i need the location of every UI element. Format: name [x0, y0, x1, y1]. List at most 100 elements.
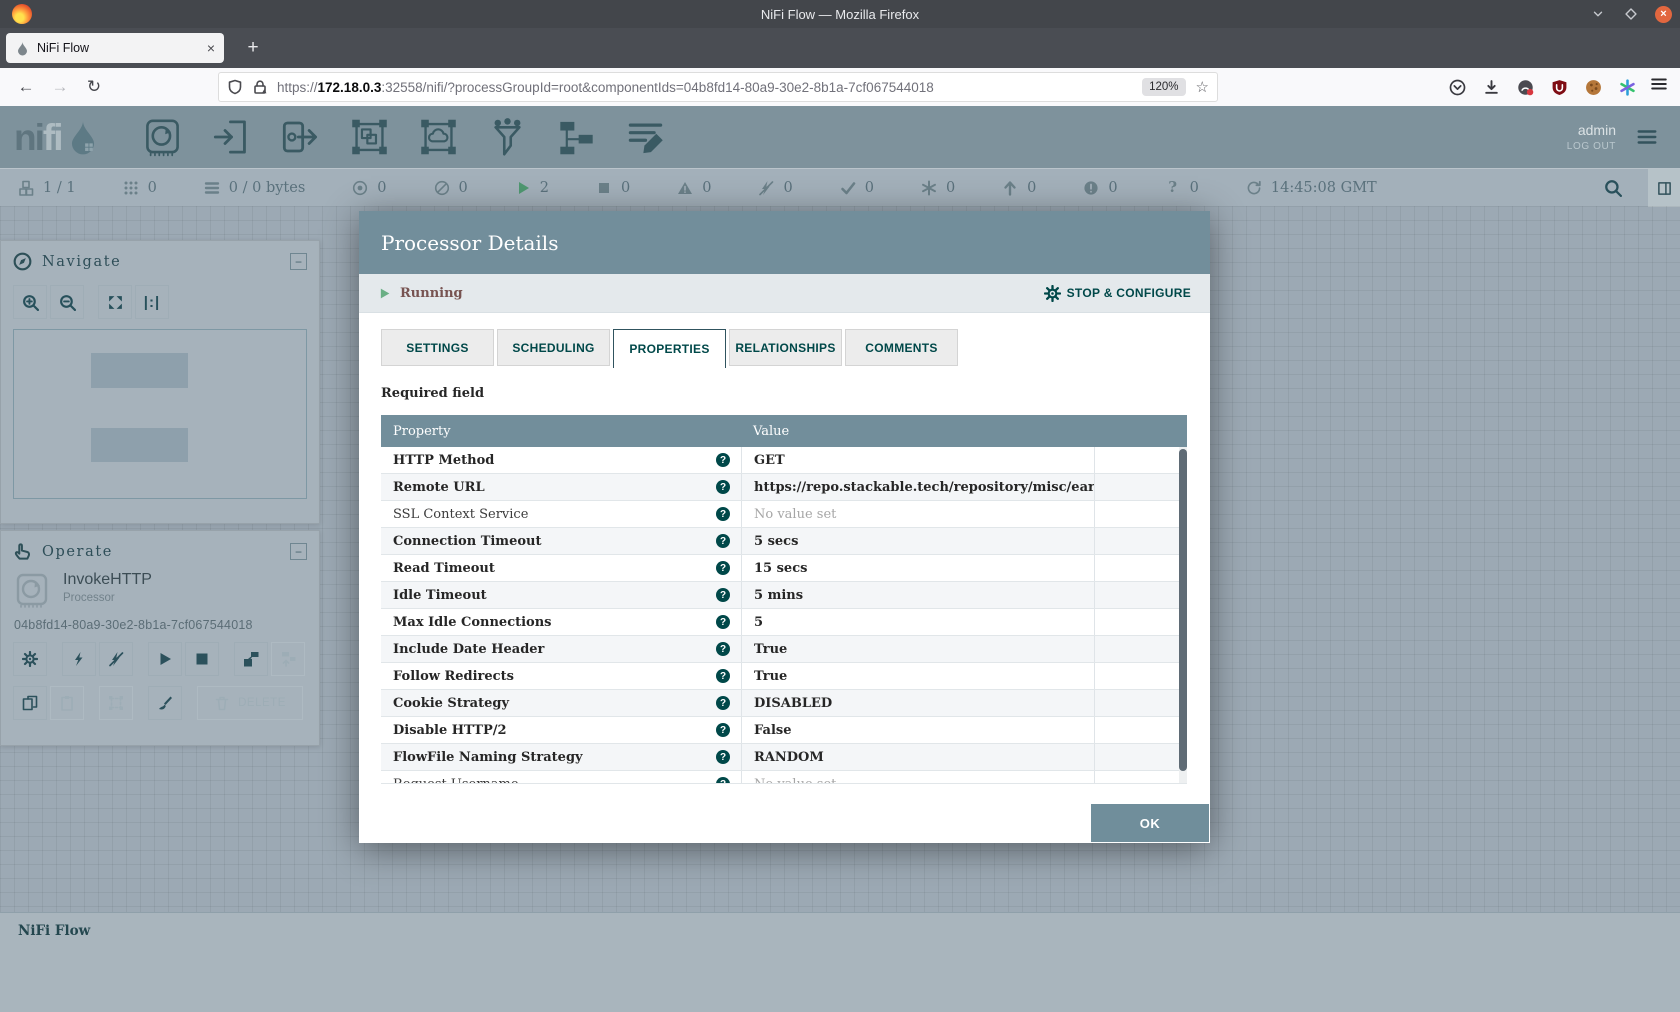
maximize-button[interactable]	[1622, 5, 1640, 23]
collapse-navigate-button[interactable]: −	[290, 253, 307, 270]
disable-button[interactable]	[99, 642, 133, 676]
zoom-level-badge[interactable]: 120%	[1142, 78, 1185, 96]
zoom-out-button[interactable]	[50, 285, 84, 319]
search-button[interactable]	[1604, 179, 1622, 197]
output-port-icon[interactable]	[280, 116, 321, 158]
cookie-icon[interactable]	[1585, 79, 1602, 96]
run-status-label: Running	[400, 286, 463, 301]
bookmark-star-icon[interactable]: ☆	[1196, 78, 1209, 96]
table-scrollbar[interactable]	[1179, 447, 1187, 783]
table-row[interactable]: Disable HTTP/2?False	[381, 717, 1187, 744]
change-color-button[interactable]	[148, 686, 182, 720]
tab-comments[interactable]: COMMENTS	[845, 329, 958, 366]
breadcrumb[interactable]: NiFi Flow	[18, 923, 90, 939]
help-icon[interactable]: ?	[716, 696, 730, 710]
property-name: FlowFile Naming Strategy?	[381, 744, 741, 770]
table-row[interactable]: SSL Context Service?No value set	[381, 501, 1187, 528]
scrollbar-thumb[interactable]	[1179, 449, 1187, 771]
nifi-logo: nifi	[14, 115, 100, 159]
sidebar-toggle-button[interactable]	[1648, 169, 1680, 207]
birdseye-view[interactable]	[13, 329, 307, 499]
table-row[interactable]: Follow Redirects?True	[381, 663, 1187, 690]
pocket-icon[interactable]	[1449, 79, 1466, 96]
table-row[interactable]: Read Timeout?15 secs	[381, 555, 1187, 582]
help-icon[interactable]: ?	[716, 561, 730, 575]
minimize-button[interactable]	[1589, 5, 1607, 23]
tab-close-icon[interactable]: ×	[207, 40, 215, 56]
window-controls: ×	[1589, 0, 1672, 28]
configure-button[interactable]	[13, 642, 47, 676]
property-value: 5	[741, 609, 1094, 635]
table-row[interactable]: Connection Timeout?5 secs	[381, 528, 1187, 555]
help-icon[interactable]: ?	[716, 750, 730, 764]
new-tab-button[interactable]: +	[240, 35, 266, 61]
table-row[interactable]: FlowFile Naming Strategy?RANDOM	[381, 744, 1187, 771]
logout-link[interactable]: LOG OUT	[1567, 141, 1616, 152]
table-row[interactable]: Cookie Strategy?DISABLED	[381, 690, 1187, 717]
browser-menu-button[interactable]	[1650, 75, 1668, 93]
actual-size-button[interactable]: |:|	[135, 285, 169, 319]
table-row[interactable]: HTTP Method?GET	[381, 447, 1187, 474]
close-button[interactable]: ×	[1655, 6, 1672, 23]
table-row[interactable]: Idle Timeout?5 mins	[381, 582, 1187, 609]
process-group-icon[interactable]	[349, 116, 390, 158]
table-row[interactable]: Remote URL?https://repo.stackable.tech/r…	[381, 474, 1187, 501]
zoom-fit-button[interactable]	[98, 285, 132, 319]
ublock-icon[interactable]	[1551, 79, 1568, 96]
url-bar[interactable]: https://172.18.0.3:32558/nifi/?processGr…	[218, 72, 1218, 102]
table-row[interactable]: Max Idle Connections?5	[381, 609, 1187, 636]
create-template-button[interactable]	[234, 642, 268, 676]
start-button[interactable]	[148, 642, 182, 676]
help-icon[interactable]: ?	[716, 615, 730, 629]
input-port-icon[interactable]	[211, 116, 252, 158]
collapse-operate-button[interactable]: −	[290, 543, 307, 560]
help-icon[interactable]: ?	[716, 642, 730, 656]
zoom-in-button[interactable]	[13, 285, 47, 319]
help-icon[interactable]: ?	[716, 723, 730, 737]
property-value: 15 secs	[741, 555, 1094, 581]
download-icon[interactable]	[1483, 79, 1500, 96]
table-row[interactable]: Include Date Header?True	[381, 636, 1187, 663]
nifi-drop-icon	[15, 41, 30, 56]
help-icon[interactable]: ?	[716, 669, 730, 683]
help-icon[interactable]: ?	[716, 480, 730, 494]
help-icon[interactable]: ?	[716, 507, 730, 521]
funnel-icon[interactable]	[487, 116, 528, 158]
stop-and-configure-button[interactable]: STOP & CONFIGURE	[1044, 285, 1191, 302]
enable-button[interactable]	[62, 642, 96, 676]
status-value: 0	[865, 180, 874, 196]
account-area: admin LOG OUT	[1567, 122, 1616, 152]
lock-warning-icon[interactable]	[252, 79, 268, 95]
tab-properties[interactable]: PROPERTIES	[613, 329, 726, 368]
shield-icon[interactable]	[227, 79, 243, 95]
property-name: HTTP Method?	[381, 447, 741, 473]
refresh-icon	[1246, 180, 1262, 196]
back-button[interactable]: ←	[12, 73, 40, 101]
tab-settings[interactable]: SETTINGS	[381, 329, 494, 366]
table-row[interactable]: Request Username?No value set	[381, 771, 1187, 784]
tab-relationships[interactable]: RELATIONSHIPS	[729, 329, 842, 366]
forward-button[interactable]: →	[46, 73, 74, 101]
help-icon[interactable]: ?	[716, 777, 730, 784]
copy-button[interactable]	[13, 686, 47, 720]
stop-button[interactable]	[185, 642, 219, 676]
ok-button[interactable]: OK	[1091, 804, 1209, 842]
label-icon[interactable]	[625, 116, 666, 158]
component-toolbar	[142, 116, 666, 158]
help-icon[interactable]: ?	[716, 534, 730, 548]
property-value: 5 mins	[741, 582, 1094, 608]
browser-toolbar-icons	[1449, 73, 1636, 101]
status-bar: 1 / 100 / 0 bytes0020000000?014:45:08 GM…	[0, 168, 1680, 206]
stopped-icon	[596, 180, 612, 196]
help-icon[interactable]: ?	[716, 588, 730, 602]
processor-icon[interactable]	[142, 116, 183, 158]
colorful-asterisk-icon[interactable]	[1619, 79, 1636, 96]
remote-process-group-icon[interactable]	[418, 116, 459, 158]
reload-button[interactable]: ↻	[80, 73, 108, 101]
extension-icon[interactable]	[1517, 79, 1534, 96]
template-icon[interactable]	[556, 116, 597, 158]
global-menu-button[interactable]	[1632, 126, 1662, 148]
browser-tab[interactable]: NiFi Flow ×	[6, 33, 224, 63]
help-icon[interactable]: ?	[716, 453, 730, 467]
tab-scheduling[interactable]: SCHEDULING	[497, 329, 610, 366]
